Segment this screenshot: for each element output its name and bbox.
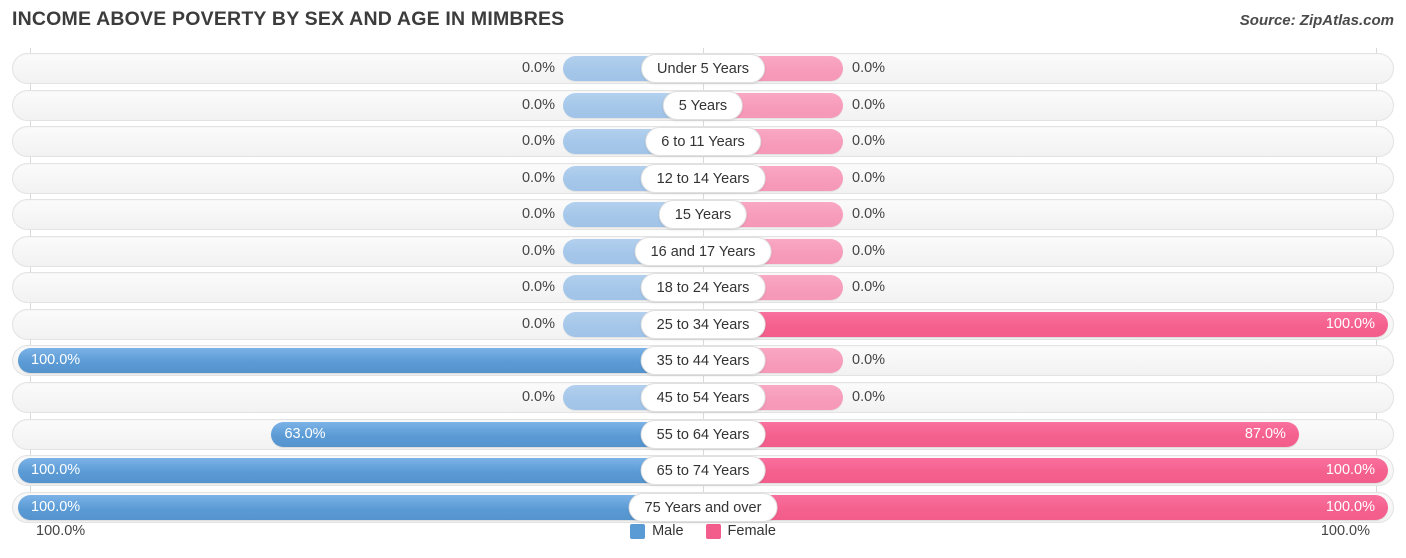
category-label-pill: 16 and 17 Years <box>634 236 772 266</box>
bar-female[interactable] <box>703 494 1388 520</box>
bar-value-female: 0.0% <box>852 133 886 150</box>
category-label-pill: 55 to 64 Years <box>640 419 766 449</box>
bar-male[interactable] <box>18 348 703 374</box>
bar-value-female: 0.0% <box>852 96 886 113</box>
bar-value-female: 100.0% <box>1325 315 1375 332</box>
table-row[interactable]: 63.0% 87.0% 55 to 64 Years <box>12 418 1394 450</box>
category-label-pill: 25 to 34 Years <box>640 309 766 339</box>
category-label-pill: 18 to 24 Years <box>640 273 766 303</box>
bar-value-male: 63.0% <box>284 425 326 442</box>
bar-male[interactable] <box>18 494 703 520</box>
category-label-pill: 35 to 44 Years <box>640 346 766 376</box>
category-label-pill: Under 5 Years <box>641 54 765 83</box>
bar-value-female: 87.0% <box>1244 425 1286 442</box>
legend-swatch-female-icon <box>705 523 721 539</box>
bar-female[interactable] <box>703 458 1388 484</box>
bar-value-male: 0.0% <box>521 242 555 259</box>
bar-value-female: 0.0% <box>852 242 886 259</box>
bar-value-female: 0.0% <box>852 60 886 76</box>
bar-value-male: 100.0% <box>31 352 81 369</box>
source-attribution: Source: ZipAtlas.com <box>1239 12 1394 29</box>
bar-value-female: 100.0% <box>1325 498 1375 515</box>
table-row[interactable]: 100.0% 0.0% 35 to 44 Years <box>12 345 1394 377</box>
bar-value-male: 100.0% <box>31 498 81 515</box>
bar-male[interactable] <box>271 421 703 447</box>
legend-item-male[interactable]: Male <box>630 523 684 539</box>
table-row[interactable]: 100.0% 100.0% 65 to 74 Years <box>12 455 1394 487</box>
category-label-pill: 65 to 74 Years <box>640 456 766 486</box>
table-row[interactable]: 0.0% 0.0% 5 Years <box>12 89 1394 121</box>
category-label-pill: 5 Years <box>662 90 744 120</box>
bar-value-male: 0.0% <box>521 279 555 296</box>
legend-label-female: Female <box>727 523 776 539</box>
bar-value-male: 0.0% <box>521 133 555 150</box>
bar-value-male: 0.0% <box>521 315 555 332</box>
bar-value-female: 100.0% <box>1325 462 1375 479</box>
bar-value-female: 0.0% <box>852 279 886 296</box>
category-label-pill: 45 to 54 Years <box>640 382 766 412</box>
table-row[interactable]: 0.0% 0.0% 45 to 54 Years <box>12 381 1394 413</box>
bar-value-female: 0.0% <box>852 169 886 186</box>
table-row[interactable]: 0.0% 100.0% 25 to 34 Years <box>12 308 1394 340</box>
bar-male[interactable] <box>18 458 703 484</box>
bar-value-female: 0.0% <box>852 206 886 223</box>
table-row[interactable]: 0.0% 0.0% 18 to 24 Years <box>12 272 1394 304</box>
table-row[interactable]: 0.0% 0.0% 16 and 17 Years <box>12 235 1394 267</box>
table-row[interactable]: 0.0% 0.0% 6 to 11 Years <box>12 126 1394 158</box>
category-label-pill: 12 to 14 Years <box>640 163 766 193</box>
bar-value-male: 100.0% <box>31 462 81 479</box>
bar-value-male: 0.0% <box>521 169 555 186</box>
page-title: INCOME ABOVE POVERTY BY SEX AND AGE IN M… <box>12 8 565 30</box>
chart-footer: 100.0% 100.0% Male Female <box>0 518 1406 558</box>
table-row[interactable]: 100.0% 100.0% 75 Years and over <box>12 491 1394 523</box>
category-label-pill: 75 Years and over <box>628 492 778 522</box>
bar-female[interactable] <box>703 421 1299 447</box>
bar-value-male: 0.0% <box>521 206 555 223</box>
legend-item-female[interactable]: Female <box>705 523 776 539</box>
chart-container: INCOME ABOVE POVERTY BY SEX AND AGE IN M… <box>0 0 1406 558</box>
category-label-pill: 15 Years <box>658 200 748 230</box>
plot-area: 0.0% 0.0% Under 5 Years 0.0% 0.0% 5 Years 0.0%… <box>0 48 1406 523</box>
table-row[interactable]: 0.0% 0.0% Under 5 Years <box>12 53 1394 84</box>
bar-value-female: 0.0% <box>852 352 886 369</box>
bar-value-female: 0.0% <box>852 388 886 405</box>
bar-female[interactable] <box>703 311 1388 337</box>
bar-value-male: 0.0% <box>521 388 555 405</box>
legend-label-male: Male <box>652 523 684 539</box>
table-row[interactable]: 0.0% 0.0% 12 to 14 Years <box>12 162 1394 194</box>
legend-swatch-male-icon <box>630 523 646 539</box>
category-label-pill: 6 to 11 Years <box>645 127 761 157</box>
bar-value-male: 0.0% <box>521 96 555 113</box>
bar-value-male: 0.0% <box>521 60 555 76</box>
table-row[interactable]: 0.0% 0.0% 15 Years <box>12 199 1394 231</box>
